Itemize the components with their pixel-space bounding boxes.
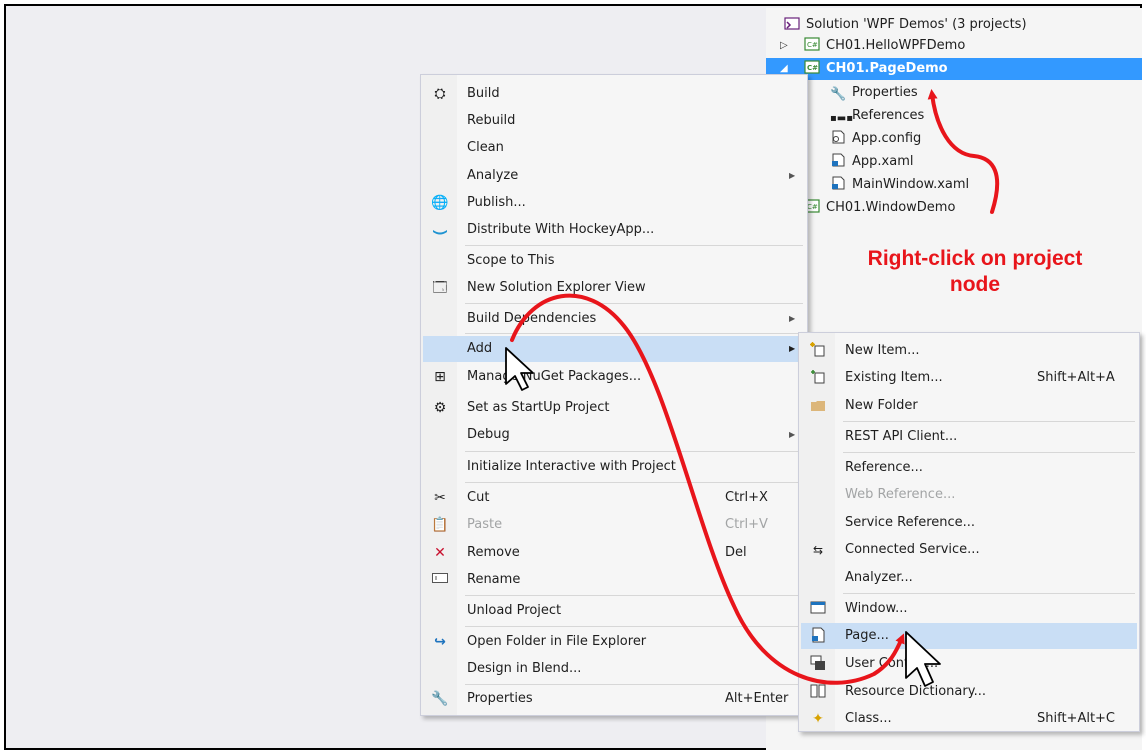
rename-icon [431, 571, 449, 589]
menu-item-build[interactable]: ⛭ Build [423, 81, 805, 107]
expand-arrow-icon[interactable]: ▷ [780, 40, 788, 51]
menu-item-resource-dictionary[interactable]: Resource Dictionary... [801, 679, 1137, 705]
menu-item-open-folder[interactable]: ↪ Open Folder in File Explorer [423, 629, 805, 655]
menu-separator [843, 421, 1135, 422]
xaml-file-icon [832, 176, 845, 190]
user-control-icon [809, 655, 827, 673]
class-icon: ✦ [812, 711, 824, 727]
menu-item-set-startup[interactable]: ⚙ Set as StartUp Project [423, 395, 805, 421]
menu-item-new-solution-explorer-view[interactable]: 🗔 New Solution Explorer View [423, 275, 805, 301]
resource-dictionary-icon [809, 683, 827, 701]
tree-item-hellowpfdemo[interactable]: C# CH01.HelloWPFDemo [804, 35, 965, 57]
menu-item-design-in-blend[interactable]: Design in Blend... [423, 656, 805, 682]
menu-separator [465, 333, 803, 334]
menu-item-unload-project[interactable]: Unload Project [423, 598, 805, 624]
menu-item-page[interactable]: Page... [801, 623, 1137, 649]
csharp-project-icon: C# [804, 37, 820, 51]
menu-item-analyze[interactable]: Analyze ▶ [423, 163, 805, 189]
menu-item-clean[interactable]: Clean [423, 135, 805, 161]
submenu-arrow-icon: ▶ [789, 430, 796, 439]
xaml-file-icon [832, 153, 845, 167]
submenu-arrow-icon: ▶ [789, 171, 796, 180]
wrench-icon: 🔧 [431, 691, 449, 707]
project-context-menu: ⛭ Build Rebuild Clean Analyze ▶ 🌐 Publish..… [420, 74, 808, 716]
menu-item-properties[interactable]: 🔧 Properties Alt+Enter [423, 686, 805, 712]
svg-text:C#: C# [807, 203, 818, 211]
paste-icon: 📋 [431, 517, 449, 533]
menu-item-initialize-interactive[interactable]: Initialize Interactive with Project [423, 454, 805, 480]
csharp-project-icon: C# [804, 60, 820, 74]
config-file-icon [832, 130, 845, 144]
menu-separator [843, 452, 1135, 453]
menu-item-service-reference[interactable]: Service Reference... [801, 510, 1137, 536]
tree-item-properties[interactable]: 🔧 Properties [830, 82, 918, 104]
globe-icon: 🌐 [431, 195, 449, 211]
existing-item-icon [809, 369, 827, 387]
menu-item-debug[interactable]: Debug ▶ [423, 422, 805, 448]
menu-item-scope-to-this[interactable]: Scope to This [423, 248, 805, 274]
hockeyapp-icon [431, 221, 449, 239]
window-icon [809, 600, 827, 618]
menu-item-user-control[interactable]: User Control... [801, 651, 1137, 677]
folder-icon [809, 397, 827, 415]
menu-item-cut[interactable]: ✂ Cut Ctrl+X [423, 485, 805, 511]
annotation-text: Right-click on project node [867, 247, 1083, 296]
scissors-icon: ✂ [434, 490, 446, 506]
menu-item-publish[interactable]: 🌐 Publish... [423, 190, 805, 216]
menu-item-rebuild[interactable]: Rebuild [423, 108, 805, 134]
solution-node[interactable]: Solution 'WPF Demos' (3 projects) [784, 14, 1027, 36]
svg-text:C#: C# [807, 41, 818, 49]
tree-item-pagedemo[interactable]: ◢ C# CH01.PageDemo [766, 58, 1142, 80]
gear-icon: ⚙ [433, 400, 447, 416]
menu-item-new-item[interactable]: New Item... [801, 338, 1137, 364]
menu-item-new-folder[interactable]: New Folder [801, 393, 1137, 419]
tree-item-app-config[interactable]: App.config [830, 128, 921, 150]
menu-separator [465, 482, 803, 483]
menu-item-paste[interactable]: 📋 Paste Ctrl+V [423, 512, 805, 538]
menu-separator [465, 626, 803, 627]
wrench-icon: 🔧 [830, 87, 847, 102]
menu-item-analyzer[interactable]: Analyzer... [801, 565, 1137, 591]
build-icon: ⛭ [434, 86, 446, 102]
menu-item-add[interactable]: Add ▶ [423, 336, 805, 362]
page-icon [809, 627, 827, 645]
tree-item-app-xaml[interactable]: App.xaml [830, 151, 913, 173]
nuget-icon: ⊞ [434, 369, 446, 385]
new-item-icon [809, 342, 827, 360]
connected-service-icon: ⇆ [812, 543, 824, 557]
menu-separator [465, 245, 803, 246]
tree-item-windowdemo[interactable]: C# CH01.WindowDemo [804, 197, 955, 219]
tree-item-references[interactable]: ▪▬▪References [830, 105, 924, 127]
menu-item-existing-item[interactable]: Existing Item... Shift+Alt+A [801, 365, 1137, 391]
tree-item-mainwindow-xaml[interactable]: MainWindow.xaml [830, 174, 969, 196]
menu-item-rest-api-client[interactable]: REST API Client... [801, 424, 1137, 450]
menu-item-web-reference[interactable]: Web Reference... [801, 482, 1137, 508]
menu-item-hockeyapp[interactable]: Distribute With HockeyApp... [423, 217, 805, 243]
menu-separator [843, 593, 1135, 594]
menu-item-connected-service[interactable]: ⇆ Connected Service... [801, 537, 1137, 563]
visual-studio-solution-icon [784, 17, 800, 30]
submenu-arrow-icon: ▶ [789, 314, 796, 323]
add-submenu: New Item... Existing Item... Shift+Alt+A … [798, 332, 1140, 732]
menu-item-window[interactable]: Window... [801, 596, 1137, 622]
menu-item-manage-nuget[interactable]: ⊞ Manage NuGet Packages... [423, 364, 805, 390]
refresh-arrow-icon: ↪ [434, 634, 446, 650]
menu-item-class[interactable]: ✦ Class... Shift+Alt+C [801, 706, 1137, 732]
submenu-arrow-icon: ▶ [789, 344, 796, 353]
menu-item-reference[interactable]: Reference... [801, 455, 1137, 481]
menu-separator [465, 684, 803, 685]
menu-separator [465, 451, 803, 452]
menu-item-build-dependencies[interactable]: Build Dependencies ▶ [423, 306, 805, 332]
menu-separator [465, 303, 803, 304]
menu-item-remove[interactable]: ✕ Remove Del [423, 540, 805, 566]
references-icon: ▪▬▪ [830, 113, 854, 124]
svg-text:C#: C# [807, 64, 818, 72]
new-view-icon: 🗔 [432, 280, 448, 296]
menu-item-rename[interactable]: Rename [423, 567, 805, 593]
screenshot-frame: Solution 'WPF Demos' (3 projects) ▷ C# CH… [4, 4, 1142, 750]
remove-icon: ✕ [434, 545, 446, 561]
menu-separator [465, 595, 803, 596]
